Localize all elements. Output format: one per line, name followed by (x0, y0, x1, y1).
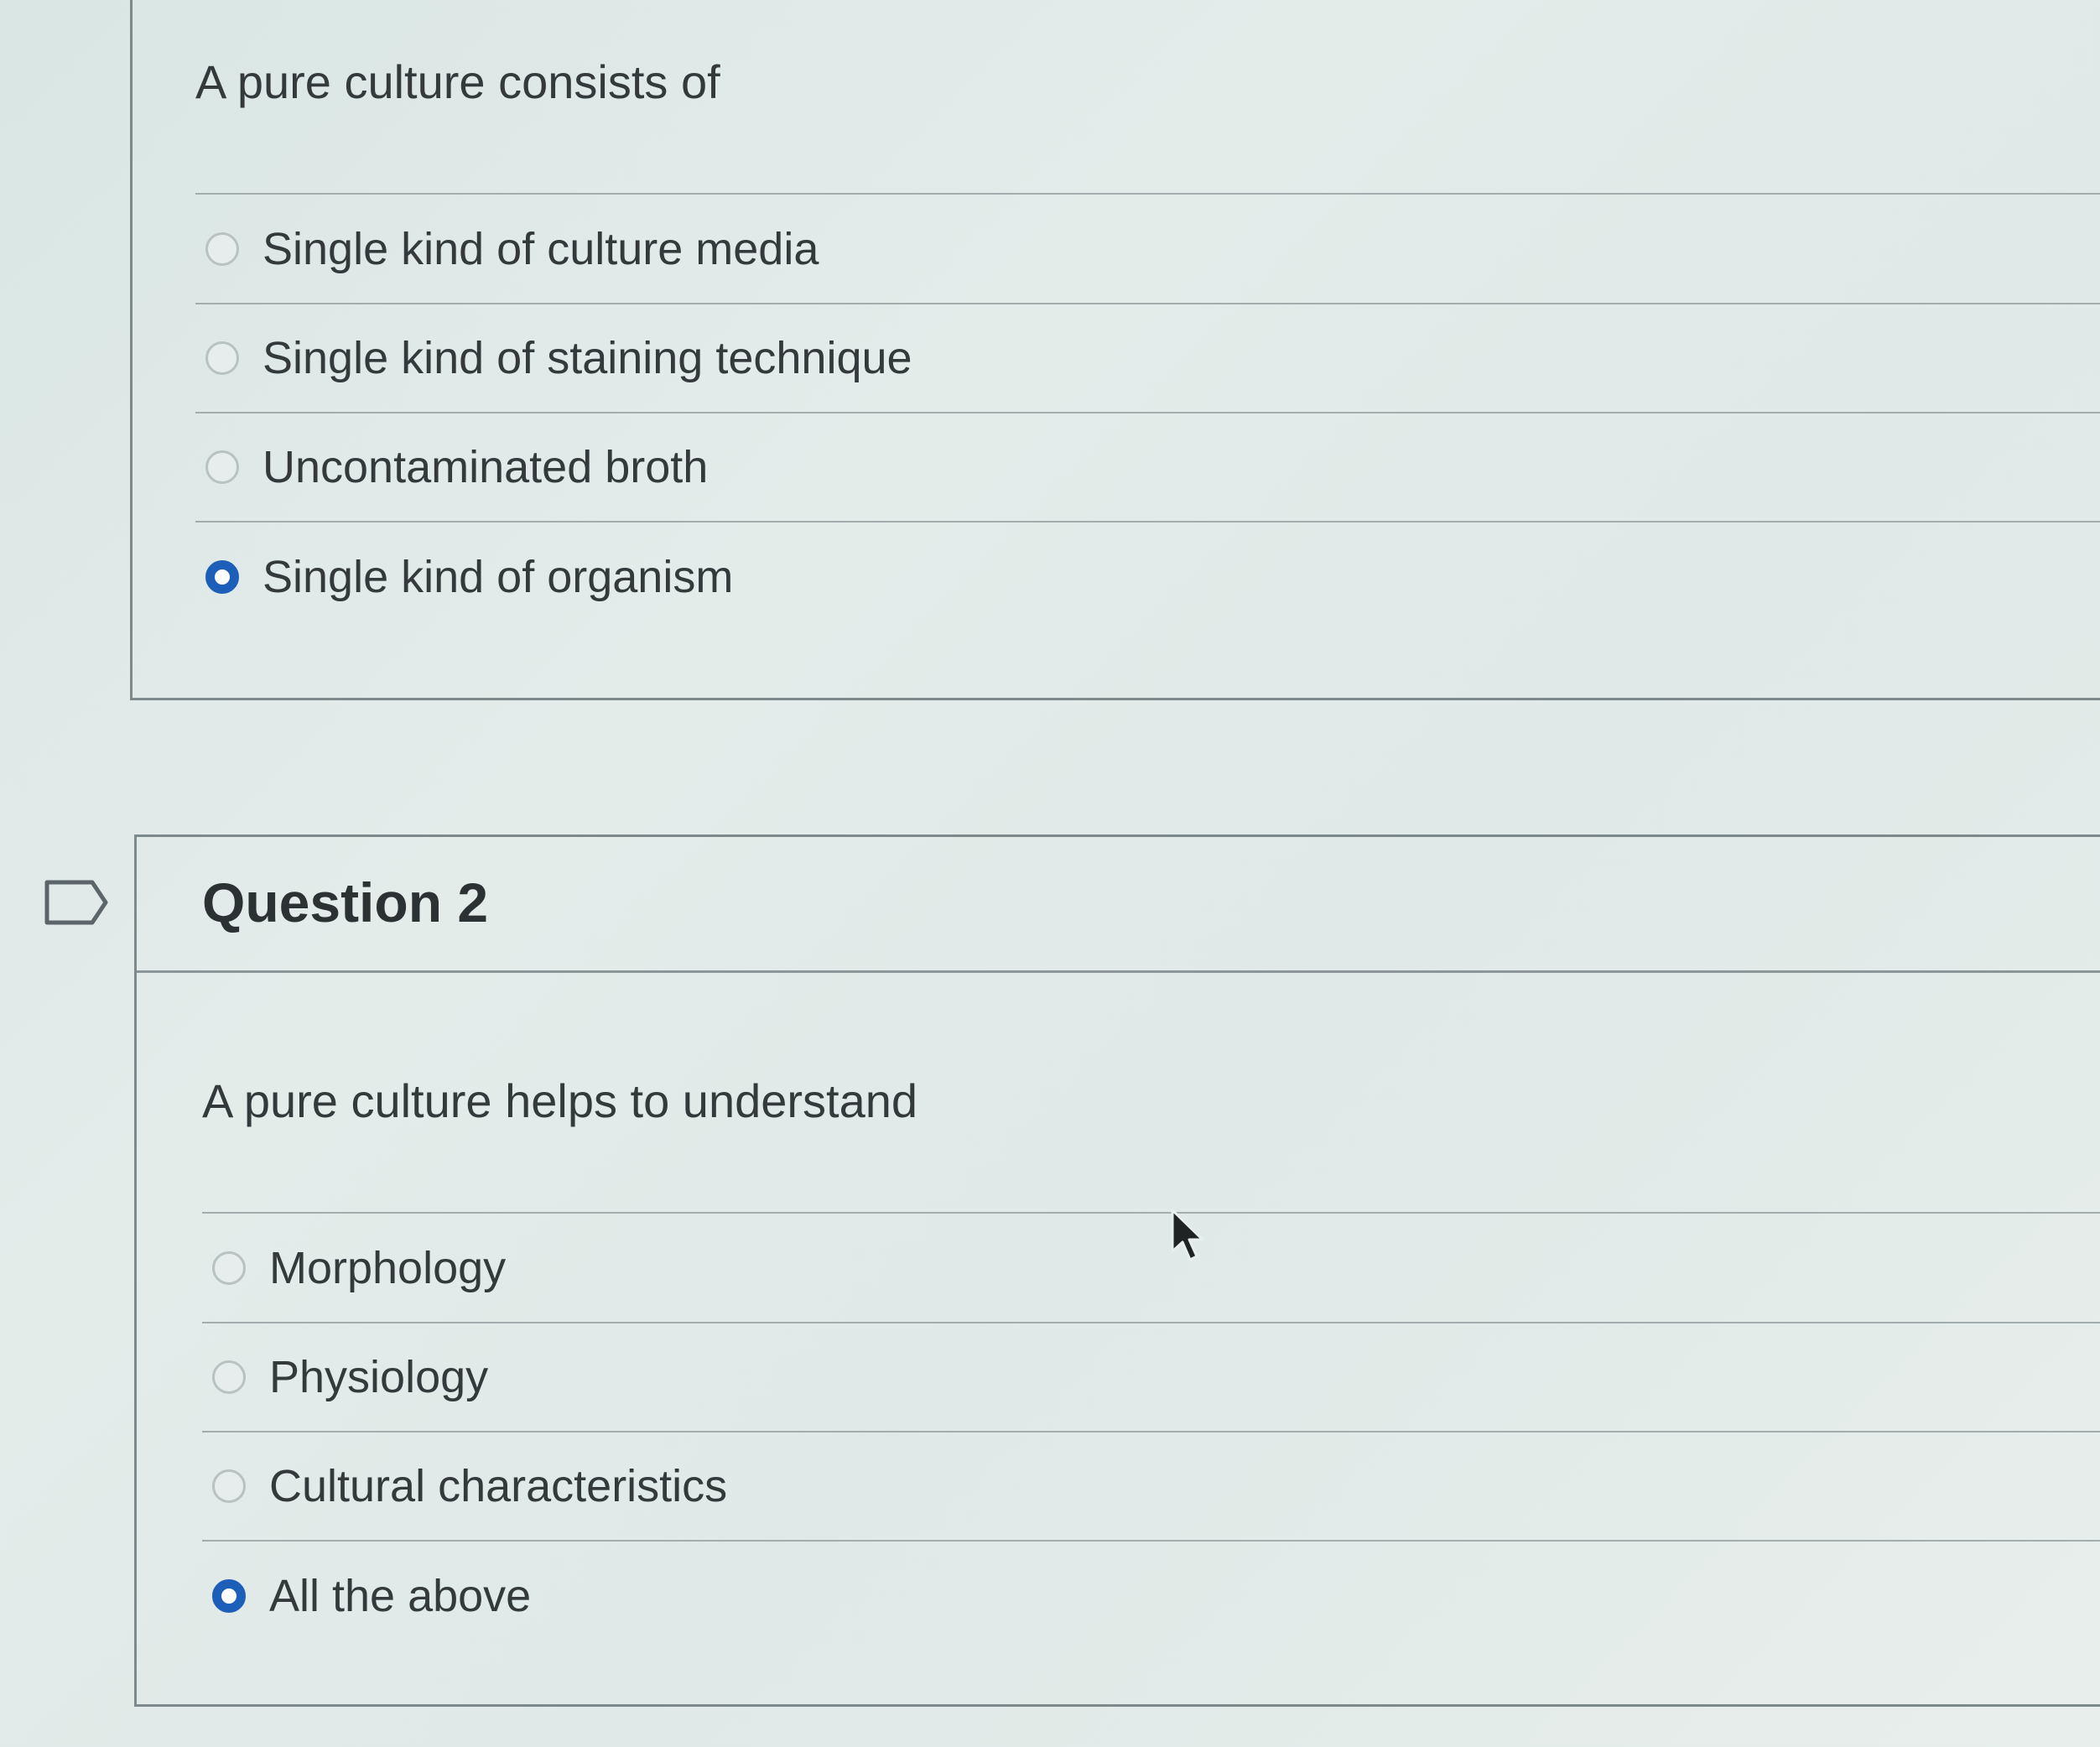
answer-option[interactable]: Single kind of staining technique (195, 304, 2100, 413)
answer-label: Morphology (269, 1243, 507, 1293)
radio-button[interactable] (212, 1251, 246, 1285)
question-1-text: A pure culture consists of (195, 55, 720, 108)
question-1-answers: Single kind of culture media Single kind… (195, 195, 2100, 632)
answer-option[interactable]: Uncontaminated broth (195, 413, 2100, 523)
mouse-pointer-icon (1171, 1209, 1204, 1261)
question-2-header: Question 2 (137, 837, 2100, 973)
radio-button[interactable] (205, 341, 239, 375)
answer-label: Single kind of organism (262, 552, 734, 602)
answer-option[interactable]: Morphology (202, 1214, 2100, 1323)
question-2-answers: Morphology Physiology Cultural character… (202, 1214, 2100, 1651)
question-2-text: A pure culture helps to understand (202, 1074, 918, 1127)
answer-option[interactable]: All the above (202, 1542, 2100, 1651)
answer-label: Uncontaminated broth (262, 442, 709, 492)
answer-option[interactable]: Single kind of organism (195, 523, 2100, 632)
answer-label: Physiology (269, 1352, 489, 1402)
answer-label: Single kind of culture media (262, 224, 819, 274)
question-1-divider (195, 193, 2100, 195)
answer-option[interactable]: Cultural characteristics (202, 1432, 2100, 1542)
radio-button-selected[interactable] (205, 560, 239, 594)
radio-button[interactable] (205, 232, 239, 266)
answer-label: Cultural characteristics (269, 1461, 728, 1511)
radio-button[interactable] (205, 450, 239, 484)
flag-icon[interactable] (44, 879, 111, 926)
quiz-page: A pure culture consists of Single kind o… (0, 0, 2100, 1747)
radio-button-selected[interactable] (212, 1579, 246, 1613)
question-2-title: Question 2 (202, 871, 489, 933)
question-1-card: A pure culture consists of Single kind o… (130, 0, 2100, 700)
radio-button[interactable] (212, 1360, 246, 1394)
radio-button[interactable] (212, 1469, 246, 1503)
question-2-card: Question 2 A pure culture helps to under… (134, 835, 2100, 1707)
answer-label: All the above (269, 1571, 532, 1621)
answer-option[interactable]: Physiology (202, 1323, 2100, 1432)
question-2-divider (202, 1212, 2100, 1214)
answer-label: Single kind of staining technique (262, 333, 912, 383)
answer-option[interactable]: Single kind of culture media (195, 195, 2100, 304)
